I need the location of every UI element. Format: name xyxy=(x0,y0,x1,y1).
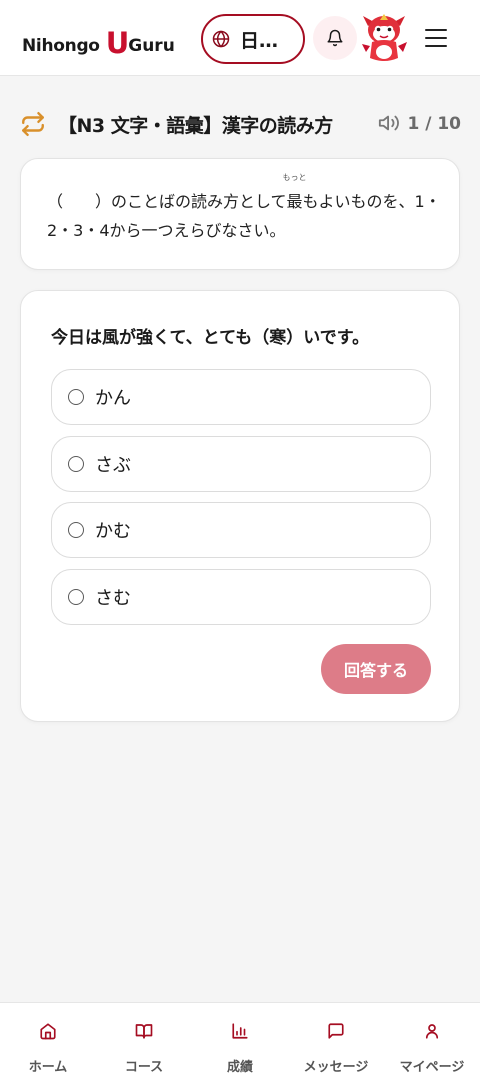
language-selector-button[interactable]: 日… xyxy=(201,14,305,64)
hamburger-menu-button[interactable] xyxy=(422,24,450,52)
question-text: 今日は風が強くて、とても（寒）いです。 xyxy=(51,328,370,348)
nav-item-course[interactable]: コース xyxy=(96,1003,192,1080)
quiz-title: 【N3 文字・語彙】漢字の読み方 xyxy=(58,114,333,137)
answer-option-label: さぶ xyxy=(95,455,131,476)
avatar[interactable] xyxy=(360,12,408,64)
answer-option-2[interactable]: さぶ xyxy=(51,436,431,492)
nav-label: 成績 xyxy=(226,1060,253,1075)
app-header: Nihongo U Guru 日… xyxy=(0,0,480,76)
notifications-button[interactable] xyxy=(313,16,357,60)
home-icon xyxy=(40,1023,56,1040)
nav-item-messages[interactable]: メッセージ xyxy=(288,1003,384,1080)
bar-chart-icon xyxy=(232,1023,248,1039)
bottom-navigation: ホーム コース 成績 メッセージ マイページ xyxy=(0,1002,480,1080)
book-icon xyxy=(135,1024,153,1039)
question-progress: 1 / 10 xyxy=(407,114,461,134)
answer-option-1[interactable]: かん xyxy=(51,369,431,425)
logo-text-u: U xyxy=(105,26,130,60)
answer-option-label: さむ xyxy=(95,588,131,609)
radio-button[interactable] xyxy=(68,456,84,472)
ruby-base: 最 xyxy=(286,192,303,211)
radio-button[interactable] xyxy=(68,522,84,538)
answer-option-4[interactable]: さむ xyxy=(51,569,431,625)
nav-label: ホーム xyxy=(28,1060,68,1075)
answer-option-3[interactable]: かむ xyxy=(51,502,431,558)
speaker-icon[interactable] xyxy=(378,112,400,134)
nav-label: コース xyxy=(124,1060,164,1075)
nav-item-mypage[interactable]: マイページ xyxy=(384,1003,480,1080)
ruby-word: もっと最 xyxy=(283,173,307,216)
nihongo-uguru-logo[interactable]: Nihongo U Guru xyxy=(22,22,175,58)
logo-text-nihongo: Nihongo xyxy=(22,36,100,56)
quiz-title-row: 【N3 文字・語彙】漢字の読み方 1 / 10 xyxy=(20,106,465,142)
language-label: 日… xyxy=(240,29,279,52)
radio-button[interactable] xyxy=(68,589,84,605)
submit-answer-button[interactable]: 回答する xyxy=(321,644,431,694)
dragon-mascot-icon xyxy=(362,14,407,61)
instruction-text: （ ）のことばの読み方として もっと 最もよいものを、1・2・3・4から一つえらびな… xyxy=(47,173,442,245)
question-card: 今日は風が強くて、とても（寒）いです。 かん さぶ かむ さむ 回答する xyxy=(20,290,460,722)
instruction-card: （ ）のことばの読み方として もっと 最もよいものを、1・2・3・4から一つえらびな… xyxy=(20,158,460,270)
globe-icon xyxy=(212,30,230,48)
instruction-text-before: （ ）のことばの読み方として xyxy=(47,192,287,211)
answer-option-label: かん xyxy=(95,388,131,409)
nav-label: メッセージ xyxy=(303,1060,369,1075)
logo-text-guru: Guru xyxy=(128,36,175,56)
nav-item-home[interactable]: ホーム xyxy=(0,1003,96,1080)
repeat-icon[interactable] xyxy=(20,111,46,137)
menu-bar xyxy=(425,29,447,31)
radio-button[interactable] xyxy=(68,389,84,405)
message-icon xyxy=(328,1023,344,1039)
answer-option-label: かむ xyxy=(95,521,131,542)
bell-icon xyxy=(327,29,343,47)
nav-label: マイページ xyxy=(399,1060,465,1075)
nav-item-grades[interactable]: 成績 xyxy=(192,1003,288,1080)
menu-bar xyxy=(425,37,447,39)
user-icon xyxy=(425,1024,439,1039)
ruby-reading: もっと xyxy=(282,173,307,182)
menu-bar xyxy=(425,45,447,47)
